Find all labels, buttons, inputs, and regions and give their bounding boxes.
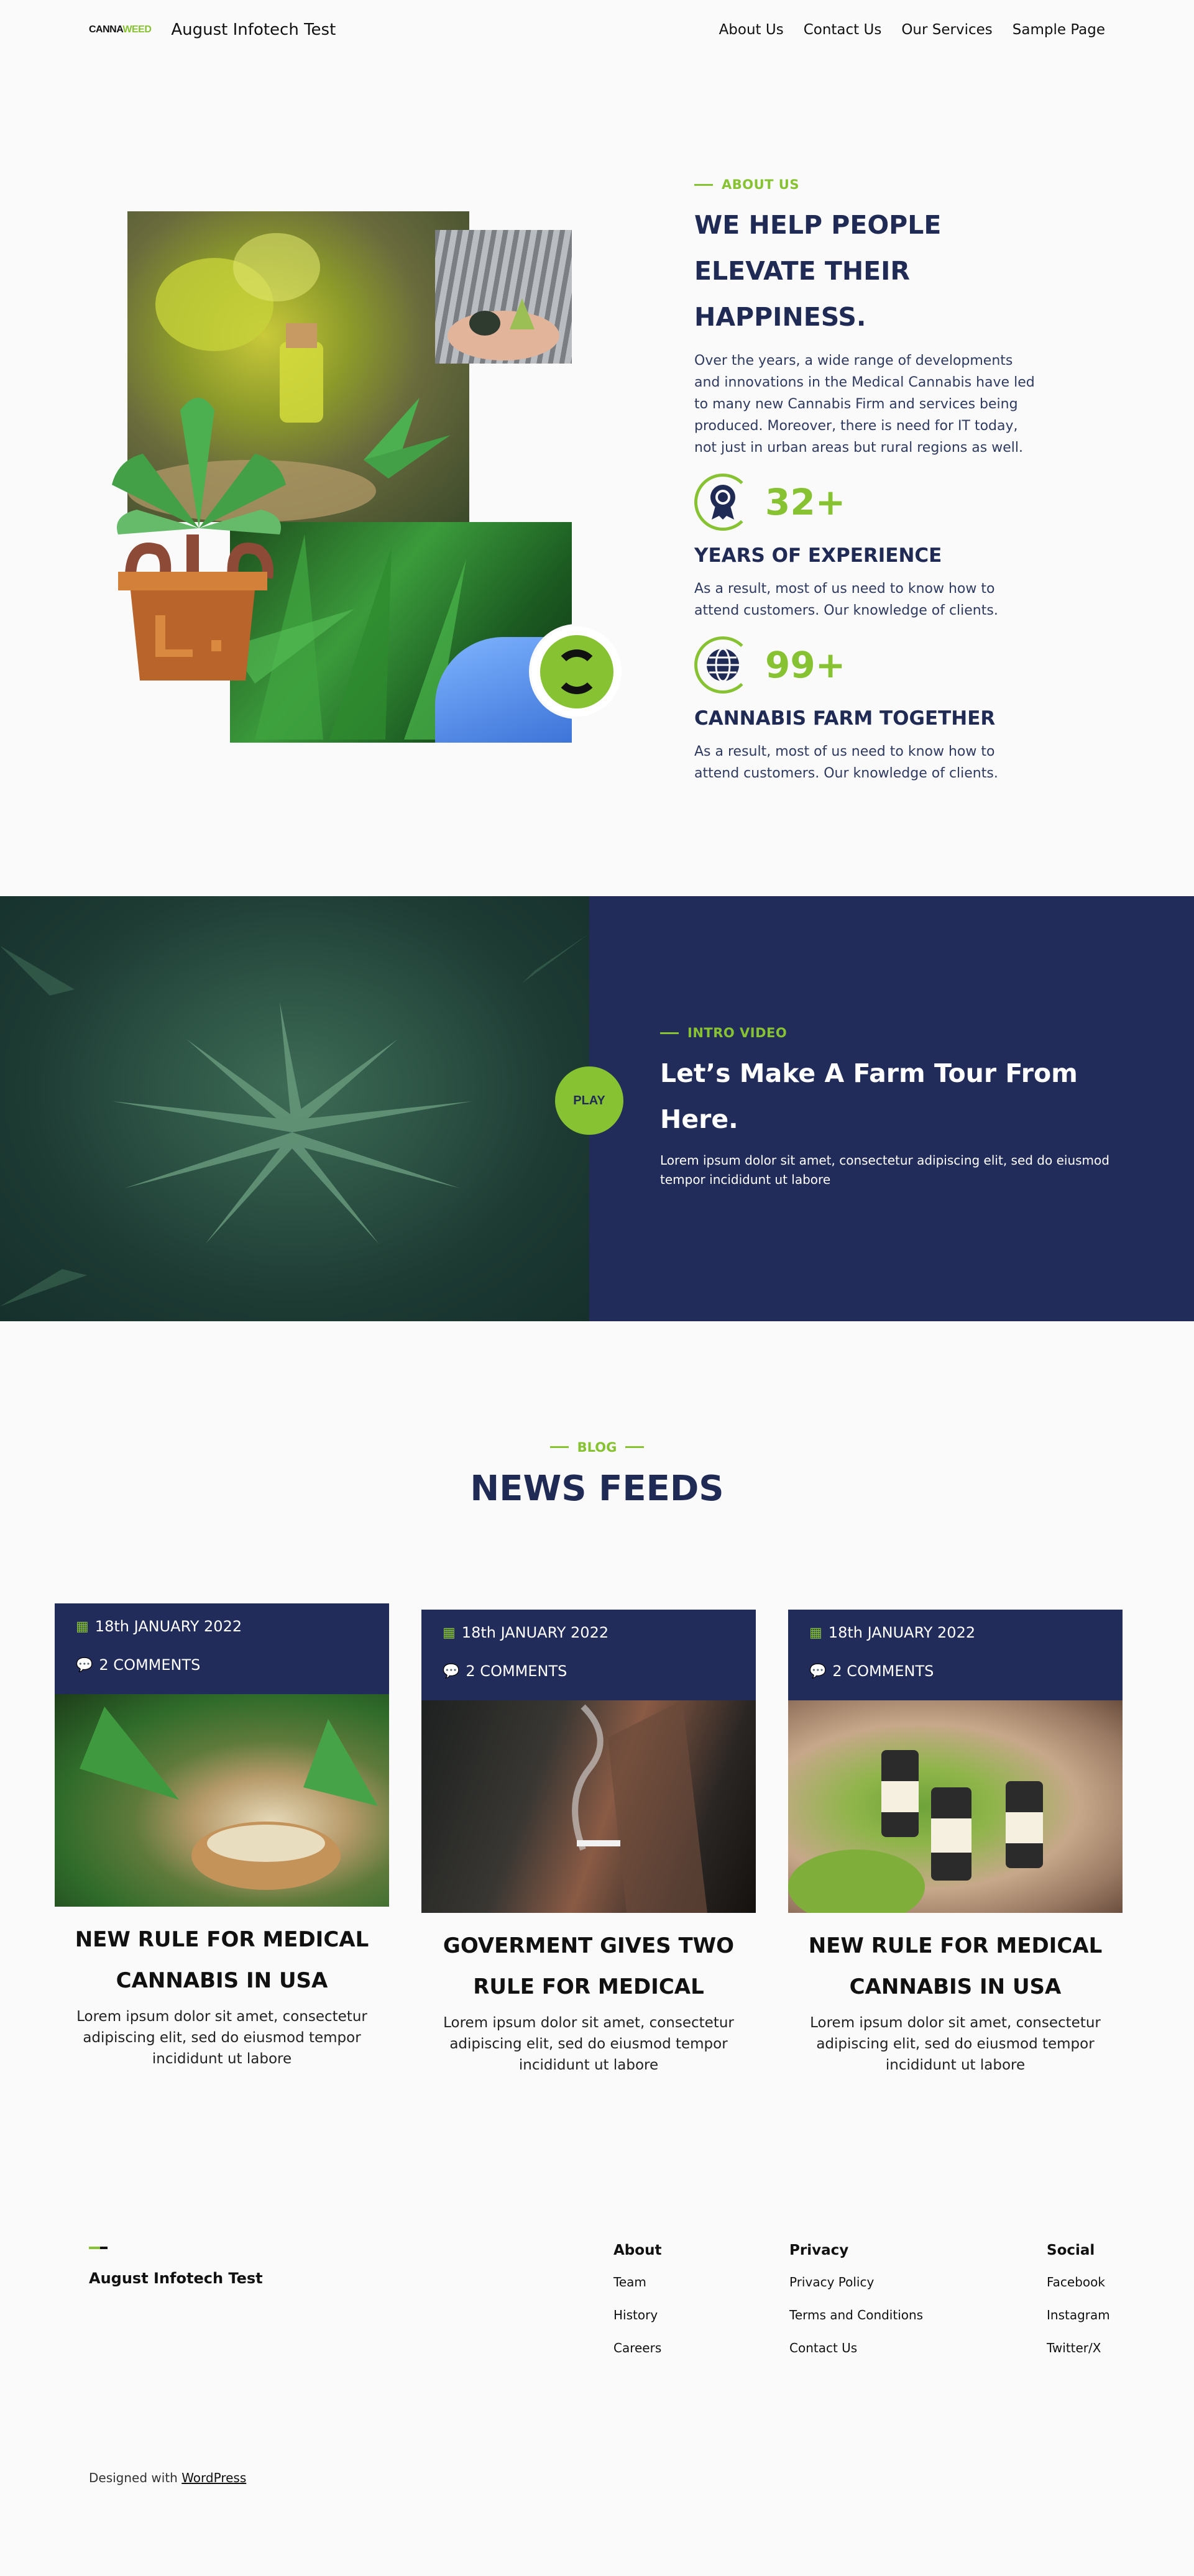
intro-video-section: INTRO VIDEO Let’s Make A Farm Tour From … xyxy=(660,1025,1132,1189)
stat-experience-title: YEARS OF EXPERIENCE xyxy=(694,544,942,567)
blog-eyebrow: BLOG xyxy=(549,1440,645,1455)
site-title-link[interactable]: August Infotech Test xyxy=(171,21,336,39)
hands-holding-bud-image xyxy=(435,230,572,364)
cannabis-badge-icon xyxy=(531,626,622,717)
wordpress-link[interactable]: WordPress xyxy=(181,2470,246,2485)
about-eyebrow: ABOUT US xyxy=(694,177,1042,192)
intro-video-thumbnail xyxy=(0,896,589,1321)
stat-farms-number: 99+ xyxy=(765,644,846,686)
award-icon xyxy=(694,474,751,531)
stat-experience-description: As a result, most of us need to know how… xyxy=(694,581,998,618)
calendar-icon: ▦ xyxy=(443,1625,456,1641)
eyebrow-line xyxy=(549,1446,569,1448)
footer-link-history[interactable]: History xyxy=(613,2308,661,2322)
main-nav: About Us Contact Us Our Services Sample … xyxy=(719,22,1105,38)
nav-sample-page[interactable]: Sample Page xyxy=(1013,22,1105,38)
comments-icon: 💬 xyxy=(76,1657,93,1673)
card-meta: ▦ 18th JANUARY 2022 💬 2 COMMENTS xyxy=(788,1610,1123,1700)
eyebrow-line xyxy=(660,1032,679,1034)
site-header: CANNAWEED August Infotech Test About Us … xyxy=(89,0,1105,59)
footer-link-contact-us[interactable]: Contact Us xyxy=(789,2340,923,2355)
blog-card-image[interactable] xyxy=(788,1700,1123,1924)
video-title: Let’s Make A Farm Tour From Here. xyxy=(660,1058,1078,1134)
footer-column-social: Social Facebook Instagram Twitter/X xyxy=(1047,2242,1110,2373)
potted-plant-icon xyxy=(106,385,292,696)
blog-card-description: Lorem ipsum dolor sit amet, consectetur … xyxy=(810,2015,1101,2073)
calendar-icon: ▦ xyxy=(809,1625,822,1641)
nav-about-us[interactable]: About Us xyxy=(719,22,784,38)
blog-card[interactable]: ▦ 18th JANUARY 2022 💬 2 COMMENTS NEW RULE … xyxy=(788,1610,1123,2076)
blog-card[interactable]: ▦ 18th JANUARY 2022 💬 2 COMMENTS NEW RULE … xyxy=(55,1603,389,2070)
footer-site-title[interactable]: August Infotech Test xyxy=(89,2270,263,2287)
about-title: WE HELP PEOPLE ELEVATE THEIR HAPPINESS. xyxy=(694,210,942,332)
calendar-icon: ▦ xyxy=(76,1619,89,1634)
footer-heading: About xyxy=(613,2242,662,2258)
blog-card-title[interactable]: GOVERMENT GIVES TWO RULE FOR MEDICAL xyxy=(421,1925,756,2007)
stat-farms-description: As a result, most of us need to know how… xyxy=(694,744,998,781)
about-description: Over the years, a wide range of developm… xyxy=(694,353,1035,456)
footer-heading: Social xyxy=(1047,2242,1095,2258)
blog-card-description: Lorem ipsum dolor sit amet, consectetur … xyxy=(443,2015,734,2073)
about-collage xyxy=(81,211,628,746)
card-meta: ▦ 18th JANUARY 2022 💬 2 COMMENTS xyxy=(421,1610,756,1700)
brand: CANNAWEED August Infotech Test xyxy=(89,21,336,39)
eyebrow-line xyxy=(625,1446,645,1448)
footer-link-instagram[interactable]: Instagram xyxy=(1047,2308,1110,2322)
blog-card-description: Lorem ipsum dolor sit amet, consectetur … xyxy=(76,2009,367,2067)
blog-card-image[interactable] xyxy=(421,1700,756,1913)
stat-farms: 99+ xyxy=(694,636,1042,694)
stat-farms-title: CANNABIS FARM TOGETHER xyxy=(694,707,996,730)
nav-contact-us[interactable]: Contact Us xyxy=(804,22,882,38)
card-meta: ▦ 18th JANUARY 2022 💬 2 COMMENTS xyxy=(55,1603,389,1694)
globe-icon xyxy=(694,636,751,694)
eyebrow-line xyxy=(694,183,713,186)
footer-column-privacy: Privacy Privacy Policy Terms and Conditi… xyxy=(789,2242,923,2373)
footer-link-twitter[interactable]: Twitter/X xyxy=(1047,2340,1110,2355)
comments-icon: 💬 xyxy=(443,1664,460,1679)
video-description: Lorem ipsum dolor sit amet, consectetur … xyxy=(660,1153,1109,1187)
blog-title: NEWS FEEDS xyxy=(470,1468,724,1509)
site-logo[interactable]: CANNAWEED xyxy=(89,24,152,35)
blog-card-image[interactable] xyxy=(55,1694,389,1907)
footer-link-terms[interactable]: Terms and Conditions xyxy=(789,2308,923,2322)
footer-link-team[interactable]: Team xyxy=(613,2275,661,2290)
blog-card-title[interactable]: NEW RULE FOR MEDICAL CANNABIS IN USA xyxy=(788,1925,1123,2007)
footer-column-about: About Team History Careers xyxy=(613,2242,661,2373)
stat-experience: 32+ xyxy=(694,474,1042,531)
footer-heading: Privacy xyxy=(789,2242,849,2258)
blog-card[interactable]: ▦ 18th JANUARY 2022 💬 2 COMMENTS GOVERMENT… xyxy=(421,1610,756,2076)
blog-card-title[interactable]: NEW RULE FOR MEDICAL CANNABIS IN USA xyxy=(55,1919,389,2001)
video-eyebrow: INTRO VIDEO xyxy=(660,1025,1132,1040)
play-button[interactable]: PLAY xyxy=(555,1066,623,1135)
blog-heading: BLOG NEWS FEEDS xyxy=(0,1439,1194,1509)
footer-logo-mark[interactable] xyxy=(89,2247,108,2249)
about-section: ABOUT US WE HELP PEOPLE ELEVATE THEIR HA… xyxy=(694,177,1042,784)
comments-icon: 💬 xyxy=(809,1664,827,1679)
footer-link-facebook[interactable]: Facebook xyxy=(1047,2275,1110,2290)
stat-experience-number: 32+ xyxy=(765,481,846,523)
footer-credit: Designed with WordPress xyxy=(89,2470,247,2485)
footer-link-careers[interactable]: Careers xyxy=(613,2340,661,2355)
nav-our-services[interactable]: Our Services xyxy=(901,22,992,38)
footer-link-privacy-policy[interactable]: Privacy Policy xyxy=(789,2275,923,2290)
